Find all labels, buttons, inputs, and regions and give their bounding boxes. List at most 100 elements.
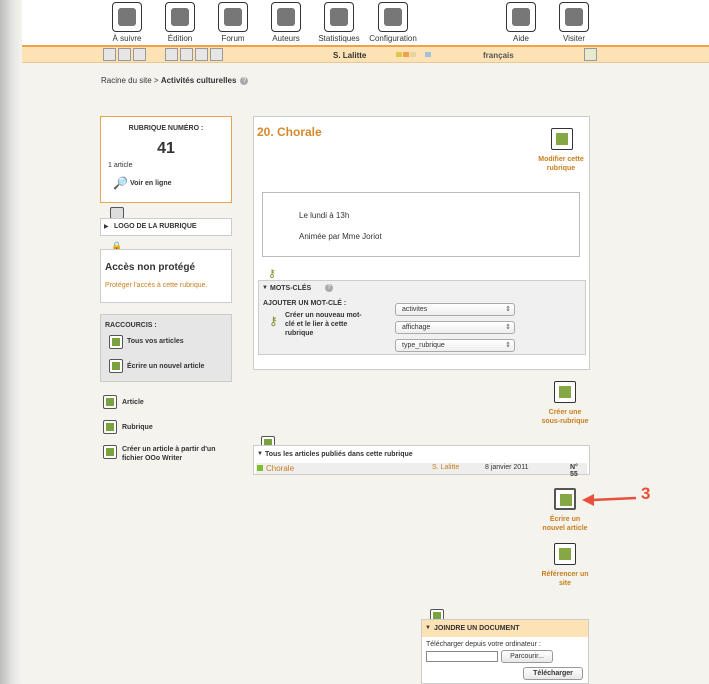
nav-a-suivre[interactable]: À suivre [102, 0, 152, 43]
globe-icon[interactable] [554, 543, 576, 565]
top-navigation: À suivre Édition Forum Auteurs Statistiq… [22, 0, 709, 45]
toolbar-icon-1[interactable] [103, 48, 116, 61]
nav-visiter[interactable]: Visiter [549, 0, 599, 43]
view-online-link[interactable]: Voir en ligne [130, 180, 172, 187]
reference-site-link[interactable]: Référencer un site [539, 570, 591, 588]
rubrique-info-box: RUBRIQUE NUMÉRO : 41 1 article 🔎 Voir en… [100, 116, 232, 203]
collapse-triangle-icon[interactable]: ▼ [262, 285, 268, 291]
breadcrumb-root[interactable]: Racine du site [101, 76, 152, 85]
table-row[interactable]: Chorale S. Lalitte 8 janvier 2011 N° 55 [256, 463, 587, 478]
keyword-select-type-rubrique[interactable]: type_rubrique [395, 339, 515, 352]
modify-rubrique-link[interactable]: Modifier cette rubrique [537, 155, 585, 173]
attach-document-box: ▼ JOINDRE UN DOCUMENT Télécharger depuis… [421, 619, 589, 684]
annotation-number: 3 [641, 484, 651, 503]
nav-edition[interactable]: Édition [155, 0, 205, 43]
upload-label: Télécharger depuis votre ordinateur : [426, 641, 541, 648]
expand-triangle-icon: ▶ [104, 224, 109, 230]
article-author[interactable]: S. Lalitte [432, 464, 459, 471]
theme-swatch[interactable] [396, 52, 402, 57]
create-article-link[interactable]: Article [122, 399, 144, 406]
article-count: 1 article [108, 162, 133, 169]
authors-icon [271, 2, 301, 32]
nav-label: À suivre [112, 34, 142, 43]
help-icon[interactable]: ? [240, 76, 249, 85]
article-number: N° 55 [570, 464, 578, 478]
keyword-select-activites[interactable]: activites [395, 303, 515, 316]
upload-button[interactable]: Télécharger [523, 667, 583, 680]
ooo-writer-icon [103, 445, 117, 459]
nav-label: Configuration [369, 34, 417, 43]
rubrique-main-panel: 20. Chorale Modifier cette rubrique Le l… [253, 116, 590, 370]
breadcrumb: Racine du site > Activités culturelles? [101, 76, 249, 85]
all-articles-link[interactable]: Tous vos articles [127, 338, 184, 345]
expand-triangle-icon: ▼ [425, 625, 431, 631]
browse-button[interactable]: Parcourir... [501, 650, 553, 663]
keywords-section: ▼ MOTS-CLÉS ? AJOUTER UN MOT-CLÉ : ⚷ Cré… [258, 280, 586, 355]
create-keyword-link[interactable]: Créer un nouveau mot-clé et le lier à ce… [285, 311, 371, 338]
shortcuts-box: RACCOURCIS : Tous vos articles Écrire un… [100, 314, 232, 382]
create-subrubrique-link[interactable]: Créer une sous-rubrique [539, 408, 591, 426]
article-date: 8 janvier 2011 [485, 464, 529, 471]
language-selector[interactable]: français [483, 51, 514, 60]
nav-forum[interactable]: Forum [208, 0, 258, 43]
shortcuts-title: RACCOURCIS : [105, 322, 157, 329]
help-icon [506, 2, 536, 32]
status-badge [257, 465, 263, 471]
keyword-select-affichage[interactable]: affichage [395, 321, 515, 334]
logo-label: LOGO DE LA RUBRIQUE [114, 223, 197, 230]
breadcrumb-current[interactable]: Activités culturelles [161, 76, 237, 85]
theme-swatch[interactable] [410, 52, 416, 57]
toolbar-icon-2[interactable] [118, 48, 131, 61]
toolbar-icon-right[interactable] [584, 48, 597, 61]
nav-aide[interactable]: Aide [496, 0, 546, 43]
toolbar-icon-7[interactable] [210, 48, 223, 61]
write-new-article-link[interactable]: Écrire un nouvel article [539, 515, 591, 533]
rubrique-number-label: RUBRIQUE NUMÉRO : [128, 125, 204, 132]
mail-icon[interactable] [180, 48, 193, 61]
follow-icon [112, 2, 142, 32]
theme-swatch[interactable] [425, 52, 431, 57]
create-from-ooo-link[interactable]: Créer un article à partir d'un fichier O… [122, 445, 232, 463]
nav-label: Forum [221, 34, 245, 43]
logo-section[interactable]: ▶ LOGO DE LA RUBRIQUE [100, 218, 232, 236]
collapse-triangle-icon[interactable]: ▼ [257, 451, 263, 457]
articles-list-title: Tous les articles publiés dans cette rub… [265, 451, 413, 458]
nav-auteurs[interactable]: Auteurs [261, 0, 311, 43]
window-shadow [0, 0, 22, 684]
rubrique-text: Le lundi à 13h Animée par Mme Joriot [262, 192, 580, 257]
access-title: Accès non protégé [105, 262, 196, 273]
visit-icon [559, 2, 589, 32]
add-keyword-label: AJOUTER UN MOT-CLÉ : [263, 300, 347, 307]
document-title: JOINDRE UN DOCUMENT [434, 625, 520, 632]
help-icon[interactable]: ? [325, 284, 333, 292]
key-icon: ⚷ [268, 268, 277, 280]
article-title[interactable]: Chorale [266, 464, 294, 473]
current-user[interactable]: S. Lalitte [333, 51, 366, 60]
configuration-icon [378, 2, 408, 32]
new-article-icon [109, 359, 123, 373]
document-header[interactable]: ▼ JOINDRE UN DOCUMENT [422, 620, 588, 637]
search-icon[interactable] [133, 48, 146, 61]
nav-configuration[interactable]: Configuration [368, 0, 418, 43]
modify-icon[interactable] [551, 128, 573, 150]
article-icon [103, 395, 117, 409]
access-box: Accès non protégé Protéger l'accès à cet… [100, 249, 232, 303]
new-subrubrique-icon[interactable] [554, 381, 576, 403]
authors-small-icon[interactable] [195, 48, 208, 61]
nav-statistiques[interactable]: Statistiques [314, 0, 364, 43]
write-article-link[interactable]: Écrire un nouvel article [127, 363, 204, 370]
articles-list: ▼ Tous les articles publiés dans cette r… [253, 445, 590, 478]
new-article-icon[interactable] [554, 488, 576, 510]
new-key-icon: ⚷ [269, 314, 278, 328]
protect-access-link[interactable]: Protéger l'accès à cette rubrique. [105, 282, 208, 289]
create-rubrique-link[interactable]: Rubrique [122, 424, 153, 431]
breadcrumb-separator: > [151, 76, 161, 85]
nav-label: Auteurs [272, 34, 300, 43]
secondary-toolbar: S. Lalitte français [22, 47, 709, 63]
file-path-field[interactable] [426, 651, 498, 662]
toolbar-icon-4[interactable] [165, 48, 178, 61]
magnifier-icon: 🔎 [113, 176, 128, 190]
theme-swatch[interactable] [403, 52, 409, 57]
nav-label: Visiter [562, 34, 586, 43]
nav-label: Statistiques [318, 34, 360, 43]
